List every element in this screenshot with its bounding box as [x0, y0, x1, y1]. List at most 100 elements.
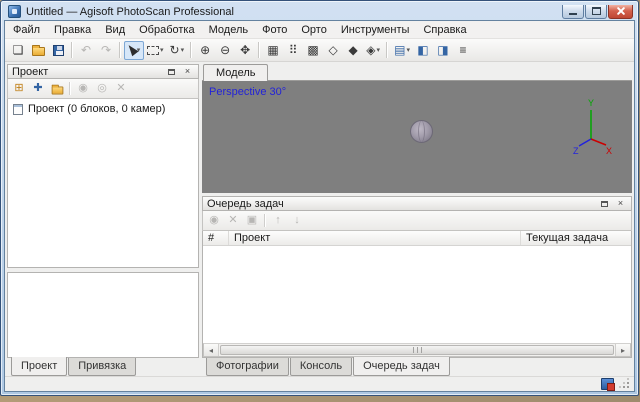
open-project-icon[interactable]	[28, 41, 48, 60]
column-project[interactable]: Проект	[229, 231, 521, 245]
workspace-root-item[interactable]: Проект (0 блоков, 0 камер)	[10, 102, 196, 116]
console-pane-icon[interactable]: ◨	[433, 41, 453, 60]
remove-item-icon[interactable]: ✕	[112, 80, 130, 97]
navigation-tool-icon[interactable]: ▾	[124, 40, 144, 60]
console-pane-glyph: ◨	[437, 43, 449, 57]
model-viewport[interactable]: Perspective 30° Y X Z	[202, 81, 632, 193]
titlebar[interactable]: Untitled — Agisoft PhotoScan Professiona…	[4, 1, 635, 20]
window-controls	[561, 4, 633, 19]
tab-model[interactable]: Модель	[203, 64, 269, 81]
close-button[interactable]	[608, 4, 633, 19]
app-window: Untitled — Agisoft PhotoScan Professiona…	[0, 0, 639, 396]
mesh-shaded-icon[interactable]: ◈ ▾	[363, 41, 383, 60]
mesh-solid-icon[interactable]: ◆	[343, 41, 363, 60]
menu-file[interactable]: Файл	[6, 21, 47, 38]
main-toolbar: ❏ ↶ ↷ ▾ ▾ ↻ ▾ ⊕ ⊖ ✥ ▦ ⠿ ▩ ◇ ◆ ◈ ▾ ▤ ▾ ◧ ◨ ≡	[5, 39, 634, 62]
project-doc-icon	[13, 103, 23, 115]
maximize-button[interactable]	[585, 4, 607, 19]
tab-task-queue[interactable]: Очередь задач	[353, 357, 450, 376]
task-queue-table-body[interactable]	[203, 246, 631, 343]
workspace-pane-icon[interactable]: ◧	[413, 41, 433, 60]
column-number[interactable]: #	[203, 231, 229, 245]
workspace-panel-title: Проект	[12, 65, 49, 78]
show-cameras-icon[interactable]: ▦	[263, 41, 283, 60]
main-view-column: Модель Perspective 30° Y X Z Очередь зад…	[202, 64, 632, 376]
dock-area: Проект × ⊞ ✚ ◉ ◎ ✕ Проект (0 блоков, 0 к…	[5, 62, 634, 376]
clear-tasks-icon[interactable]: ▣	[243, 212, 261, 229]
menubar: Файл Правка Вид Обработка Модель Фото Ор…	[5, 21, 634, 39]
open-folder-shape	[31, 45, 45, 56]
rotate-tool-icon[interactable]: ↻ ▾	[167, 41, 188, 60]
save-project-icon[interactable]	[48, 41, 68, 60]
scroll-right-button[interactable]: ▸	[615, 344, 630, 356]
add-folder-icon[interactable]	[48, 80, 66, 97]
bottom-dock-tabs: Фотографии Консоль Очередь задач	[202, 357, 632, 376]
axis-z-label: Z	[573, 146, 579, 155]
photos-pane-icon[interactable]: ▤ ▾	[391, 41, 413, 60]
enable-item-icon[interactable]: ◉	[74, 80, 92, 97]
workspace-panel-header: Проект ×	[7, 64, 199, 79]
app-icon	[8, 5, 21, 18]
tab-reference[interactable]: Привязка	[68, 358, 137, 376]
close-icon	[616, 6, 626, 16]
column-current-task[interactable]: Текущая задача	[521, 231, 631, 245]
scroll-left-button[interactable]: ◂	[204, 344, 219, 356]
mesh-solid-glyph: ◆	[348, 43, 358, 57]
resize-grip-icon[interactable]	[619, 378, 631, 390]
close-panel-button[interactable]: ×	[614, 198, 627, 210]
zoom-out-icon[interactable]: ⊖	[215, 41, 235, 60]
tab-photos[interactable]: Фотографии	[206, 358, 289, 376]
scrollbar-thumb[interactable]	[220, 345, 614, 355]
task-queue-toolbar: ◉ ✕ ▣ ↑ ↓	[202, 211, 632, 231]
menu-ortho[interactable]: Орто	[294, 21, 333, 38]
toolbar-separator	[69, 82, 71, 95]
zoom-in-icon[interactable]: ⊕	[195, 41, 215, 60]
selection-tool-icon[interactable]: ▾	[144, 41, 167, 60]
zoom-in-glyph: ⊕	[200, 43, 211, 57]
tab-console[interactable]: Консоль	[289, 358, 353, 376]
save-floppy-shape	[52, 44, 64, 56]
task-queue-title: Очередь задач	[207, 197, 284, 210]
redo-icon[interactable]: ↷	[96, 41, 116, 60]
close-panel-button[interactable]: ×	[181, 66, 194, 78]
undo-icon[interactable]: ↶	[76, 41, 96, 60]
scrollbar-track[interactable]	[219, 344, 615, 356]
move-up-icon[interactable]: ↑	[269, 212, 287, 229]
move-down-icon[interactable]: ↓	[288, 212, 306, 229]
task-queue-table: # Проект Текущая задача ◂ ▸	[202, 231, 632, 358]
menu-view[interactable]: Вид	[98, 21, 132, 38]
window-title: Untitled — Agisoft PhotoScan Professiona…	[26, 5, 234, 18]
workspace-lower-pane[interactable]	[7, 272, 199, 358]
reset-view-icon[interactable]: ✥	[235, 41, 255, 60]
menu-workflow[interactable]: Обработка	[132, 21, 201, 38]
menu-tools[interactable]: Инструменты	[334, 21, 417, 38]
workspace-tree[interactable]: Проект (0 блоков, 0 камер)	[7, 99, 199, 268]
status-notification-icon[interactable]	[601, 378, 615, 391]
workspace-toolbar: ⊞ ✚ ◉ ◎ ✕	[7, 79, 199, 99]
cursor-shape	[125, 42, 139, 57]
float-icon	[168, 68, 175, 75]
float-panel-button[interactable]	[165, 66, 178, 78]
cancel-task-icon[interactable]: ✕	[224, 212, 242, 229]
add-folder-shape	[51, 84, 63, 95]
menu-photo[interactable]: Фото	[255, 21, 294, 38]
dense-cloud-icon[interactable]: ▩	[303, 41, 323, 60]
tab-workspace[interactable]: Проект	[11, 357, 68, 376]
menu-help[interactable]: Справка	[416, 21, 473, 38]
add-chunk-icon[interactable]: ⊞	[10, 80, 28, 97]
point-cloud-icon[interactable]: ⠿	[283, 41, 303, 60]
menu-edit[interactable]: Правка	[47, 21, 98, 38]
mesh-wireframe-icon[interactable]: ◇	[323, 41, 343, 60]
new-project-icon[interactable]: ❏	[8, 41, 28, 60]
show-cameras-glyph: ▦	[267, 43, 279, 57]
dropdown-arrow-icon: ▾	[180, 46, 185, 54]
minimize-button[interactable]	[562, 4, 584, 19]
disable-item-icon[interactable]: ◎	[93, 80, 111, 97]
float-panel-button[interactable]	[598, 198, 611, 210]
add-photos-icon[interactable]: ✚	[29, 80, 47, 97]
run-tasks-icon[interactable]: ◉	[205, 212, 223, 229]
preferences-icon[interactable]: ≡	[453, 41, 473, 60]
axis-y-label: Y	[588, 98, 594, 108]
task-queue-header: Очередь задач ×	[202, 196, 632, 211]
menu-model[interactable]: Модель	[202, 21, 255, 38]
